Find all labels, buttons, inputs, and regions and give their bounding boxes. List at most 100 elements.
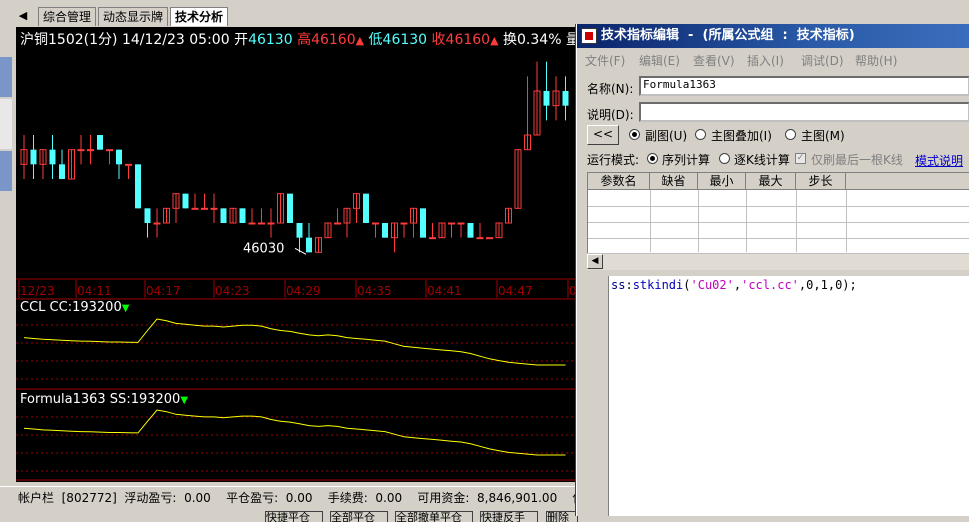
- candle-body: [287, 193, 293, 223]
- indicator1-header: CCL CC:193200▼: [20, 300, 130, 315]
- radio-bar-calc-label: 逐K线计算: [734, 153, 790, 167]
- candle-body: [306, 237, 312, 253]
- indicator2-header: Formula1363 SS:193200▼: [20, 392, 189, 407]
- time-axis-label: 04:35: [357, 284, 392, 298]
- candle-body: [457, 222, 465, 225]
- indicator1-value: 193200: [72, 300, 122, 315]
- radio-main-overlay-label: 主图叠加(I): [711, 129, 772, 143]
- app-icon: [581, 28, 597, 44]
- mode-help-link[interactable]: 模式说明: [915, 152, 963, 169]
- time-axis-label: 04:41: [427, 284, 462, 298]
- candle-body: [49, 149, 56, 165]
- radio-sub-chart-label: 副图(U): [645, 129, 688, 143]
- candle-body: [296, 223, 303, 238]
- candle-body: [87, 149, 94, 152]
- refresh-last-checkbox[interactable]: ✓: [795, 153, 806, 164]
- kline-chart[interactable]: 46030 12/23 04:11 04:17 04:23 04:29 04:35 04:41…: [16, 27, 576, 482]
- radio-series-calc[interactable]: [647, 153, 658, 164]
- time-axis-label: 12/23: [20, 284, 55, 298]
- candle-body: [144, 208, 151, 223]
- scroll-left-icon[interactable]: ◀: [587, 254, 603, 269]
- indicator2-series: SS: [109, 392, 127, 407]
- down-arrow-icon: ▼: [180, 395, 189, 406]
- close-label: 收: [431, 32, 446, 48]
- tab-scroll-left-icon[interactable]: ◀: [16, 8, 30, 24]
- candle-body: [201, 207, 208, 210]
- time-axis-label: 04:47: [498, 284, 533, 298]
- time-axis-label: 04:29: [286, 284, 321, 298]
- column-header-name[interactable]: 参数名: [588, 173, 650, 190]
- time-axis-label: 04:23: [215, 284, 250, 298]
- turnover-value: 0.34%: [517, 32, 562, 48]
- formula-code: ss:stkindi('Cu02','ccl.cc',0,1,0);: [611, 278, 857, 292]
- indicator-editor-dialog: 技术指标编辑 - (所属公式组 : 技术指标) 文件(F) 编辑(E) 查看(V…: [576, 24, 969, 516]
- candle-body: [191, 207, 199, 210]
- time-axis-label: 04:11: [77, 284, 112, 298]
- candle-body: [382, 223, 388, 238]
- column-header-min[interactable]: 最小: [698, 173, 746, 190]
- formula-code-editor[interactable]: ss:stkindi('Cu02','ccl.cc',0,1,0);: [608, 276, 969, 516]
- low-value: 46130: [382, 32, 428, 48]
- menu-view[interactable]: 查看(V): [693, 52, 735, 69]
- chart-canvas: 46030 12/23 04:11 04:17 04:23 04:29 04:35 04:41…: [16, 61, 576, 481]
- candle-body: [267, 222, 275, 225]
- radio-bar-calc[interactable]: [719, 153, 730, 164]
- candle-body: [334, 222, 341, 225]
- quick-reverse-button[interactable]: 快捷反手: [480, 511, 538, 522]
- candle-body: [448, 222, 455, 225]
- tab-comprehensive-management[interactable]: 综合管理: [38, 7, 97, 26]
- menu-debug[interactable]: 调试(D): [801, 52, 844, 69]
- left-side-strip: [0, 27, 16, 489]
- candle-body: [420, 208, 426, 238]
- description-label: 说明(D):: [587, 108, 634, 122]
- candle-body: [476, 237, 484, 240]
- radio-series-calc-label: 序列计算: [662, 153, 711, 167]
- collapse-button[interactable]: <<: [587, 125, 619, 145]
- radio-main-chart[interactable]: [785, 129, 796, 140]
- period: (1分): [83, 32, 118, 48]
- candle-body: [363, 193, 369, 223]
- tab-dynamic-board[interactable]: 动态显示牌: [98, 7, 169, 26]
- down-arrow-icon: ▼: [121, 303, 130, 314]
- indicator1-series: CC: [49, 300, 68, 315]
- low-marker-label: 46030: [243, 241, 284, 256]
- column-header-default[interactable]: 缺省: [650, 173, 698, 190]
- menu-file[interactable]: 文件(F): [585, 52, 625, 69]
- turnover-label: 换: [503, 32, 518, 48]
- quick-close-button[interactable]: 快捷平仓: [265, 511, 323, 522]
- run-mode-label: 运行模式:: [587, 153, 640, 167]
- name-label: 名称(N):: [587, 82, 634, 96]
- time-axis-label: 0: [569, 284, 576, 298]
- dialog-title-bar[interactable]: 技术指标编辑 - (所属公式组 : 技术指标): [577, 24, 969, 48]
- datetime: 14/12/23 05:00: [121, 32, 230, 48]
- tab-technical-analysis[interactable]: 技术分析: [170, 7, 229, 26]
- candle-body: [125, 163, 132, 166]
- menu-help[interactable]: 帮助(H): [855, 52, 897, 69]
- radio-main-chart-label: 主图(M): [801, 129, 845, 143]
- radio-sub-chart[interactable]: [629, 129, 640, 140]
- open-value: 46130: [248, 32, 293, 48]
- menu-insert[interactable]: 插入(I): [747, 52, 784, 69]
- account-bar: 帐户栏 [802772] 浮动盈亏: 0.00 平仓盈亏: 0.00 手续费: …: [0, 486, 584, 522]
- time-axis-label: 04:17: [146, 284, 181, 298]
- column-header-step[interactable]: 步长: [796, 173, 846, 190]
- candle-body: [116, 149, 122, 165]
- description-field[interactable]: [639, 102, 969, 122]
- open-label: 开: [234, 32, 249, 48]
- menu-edit[interactable]: 编辑(E): [639, 52, 680, 69]
- table-horizontal-scrollbar[interactable]: ◀: [587, 253, 969, 270]
- radio-main-overlay[interactable]: [695, 129, 706, 140]
- ss-line: [23, 409, 566, 456]
- indicator2-value: 193200: [130, 392, 181, 407]
- candle-body: [429, 237, 436, 240]
- refresh-last-label: 仅刷最后一根K线: [811, 153, 903, 167]
- up-arrow-icon: ▲: [355, 34, 365, 47]
- candle-body: [97, 135, 103, 150]
- indicator1-name: CCL: [20, 300, 46, 315]
- symbol: 沪铜1502: [20, 32, 84, 48]
- name-field[interactable]: Formula1363: [639, 76, 969, 96]
- delete-button[interactable]: 删除: [546, 511, 578, 522]
- cancel-all-close-button[interactable]: 全部撤单平仓: [395, 511, 473, 522]
- column-header-max[interactable]: 最大: [746, 173, 796, 190]
- close-all-button[interactable]: 全部平仓: [330, 511, 388, 522]
